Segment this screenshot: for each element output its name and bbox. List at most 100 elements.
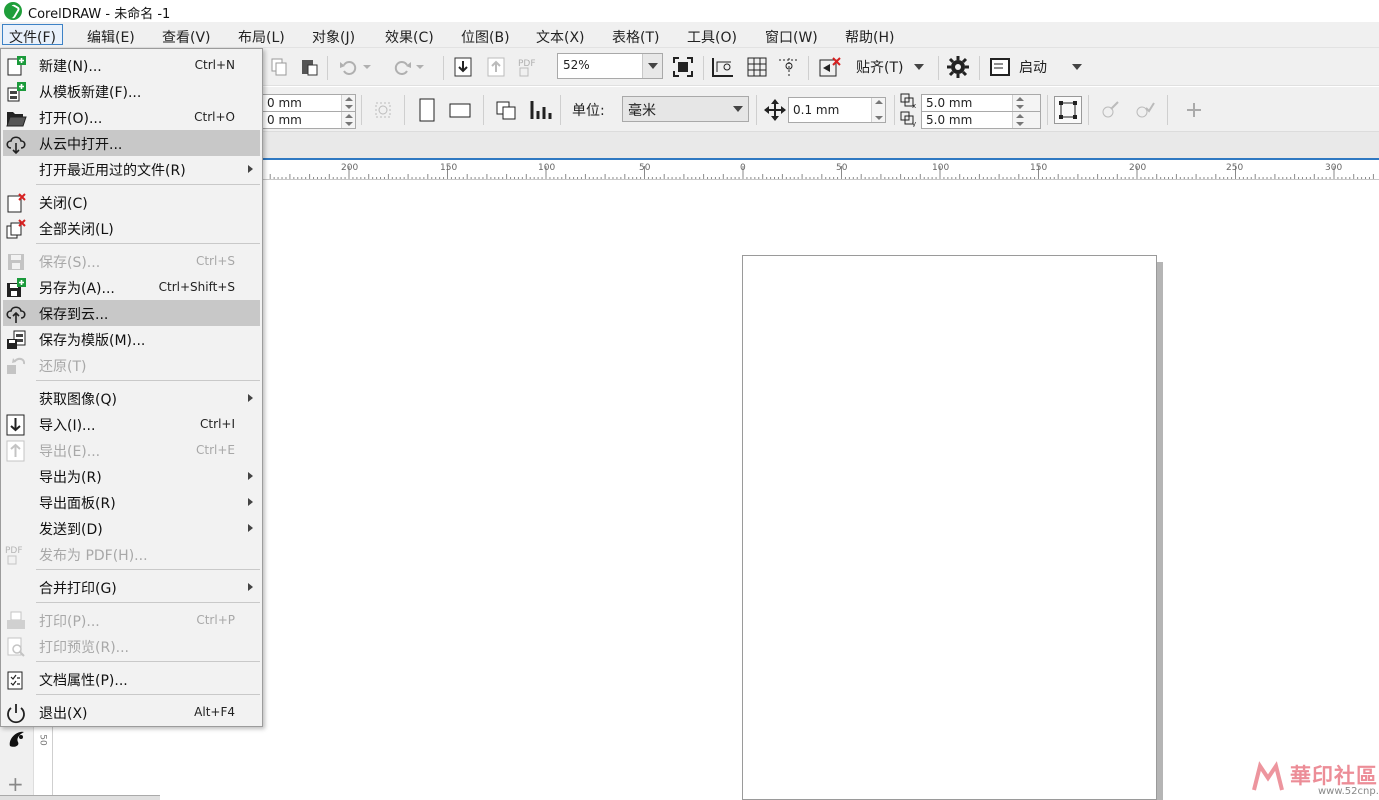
duplicate-y-field[interactable]: 5.0 mm: [921, 111, 1041, 129]
cloud-upload-icon: [6, 306, 26, 323]
toolbar-separator: [894, 95, 895, 125]
menu-item-revert[interactable]: 还原(T): [1, 352, 262, 378]
menu-item-export-for[interactable]: 导出为(R): [1, 463, 262, 489]
all-pages-icon[interactable]: [493, 97, 519, 123]
menu-item-open-recent[interactable]: 打开最近用过的文件(R): [1, 156, 262, 182]
menu-edit[interactable]: 编辑(E): [81, 25, 141, 46]
undo-icon[interactable]: [336, 54, 362, 80]
pdf-icon: PDF: [5, 546, 23, 565]
horizontal-scrollbar[interactable]: [0, 795, 160, 800]
menu-item-open-from-cloud[interactable]: 从云中打开...: [3, 130, 260, 156]
landscape-icon[interactable]: [447, 97, 473, 123]
menu-item-acquire-image[interactable]: 获取图像(Q): [1, 385, 262, 411]
menu-item-open[interactable]: 打开(O)... Ctrl+O: [1, 104, 262, 130]
menu-item-save-as[interactable]: 另存为(A)... Ctrl+Shift+S: [1, 274, 262, 300]
menu-item-save[interactable]: 保存(S)... Ctrl+S: [1, 248, 262, 274]
menu-item-new[interactable]: 新建(N)... Ctrl+N: [1, 52, 262, 78]
menu-item-print[interactable]: 打印(P)... Ctrl+P: [1, 607, 262, 633]
menu-item-save-to-cloud[interactable]: 保存到云...: [3, 300, 260, 326]
chevron-down-icon[interactable]: [910, 54, 928, 80]
treat-as-filled-icon[interactable]: [1054, 96, 1082, 124]
snap-off-icon[interactable]: [817, 54, 843, 80]
menu-bitmaps[interactable]: 位图(B): [455, 25, 516, 46]
paste-icon[interactable]: [296, 54, 322, 80]
spinner-arrows-icon[interactable]: [1012, 95, 1040, 111]
menu-item-close[interactable]: 关闭(C): [1, 189, 262, 215]
snap-to-button[interactable]: 贴齐(T): [856, 57, 903, 77]
ruler-label: 300: [1325, 163, 1343, 173]
gear-icon[interactable]: [945, 54, 971, 80]
artistic-media-tool-icon[interactable]: [6, 728, 28, 754]
toolbar-separator: [938, 56, 939, 80]
spinner-arrows-icon[interactable]: [341, 112, 355, 128]
document-page[interactable]: [742, 255, 1157, 800]
show-rulers-icon[interactable]: [710, 54, 736, 80]
menu-item-export[interactable]: 导出(E)... Ctrl+E: [1, 437, 262, 463]
export-icon[interactable]: [483, 54, 509, 80]
chevron-down-icon[interactable]: [1068, 54, 1086, 80]
cloud-download-icon: [6, 136, 26, 155]
add-tool-icon[interactable]: +: [7, 772, 24, 796]
current-page-icon[interactable]: [527, 97, 553, 123]
portrait-icon[interactable]: [414, 97, 440, 123]
launch-button[interactable]: 启动: [1019, 57, 1047, 77]
menu-object[interactable]: 对象(J): [306, 25, 361, 46]
menu-file[interactable]: 文件(F): [2, 24, 63, 46]
copy-icon[interactable]: [266, 54, 292, 80]
import-icon[interactable]: [450, 54, 476, 80]
save-icon: [8, 254, 24, 270]
menu-table[interactable]: 表格(T): [606, 25, 665, 46]
undo-dropdown-icon[interactable]: [360, 54, 374, 80]
menu-item-new-from-template[interactable]: 从模板新建(F)...: [1, 78, 262, 104]
nudge-distance-field[interactable]: 0.1 mm: [788, 97, 886, 123]
menu-tools[interactable]: 工具(O): [681, 25, 743, 46]
menu-effects[interactable]: 效果(C): [379, 25, 440, 46]
duplicate-x-field[interactable]: 5.0 mm: [921, 94, 1041, 112]
units-combo[interactable]: 毫米: [622, 96, 749, 122]
menu-item-document-properties[interactable]: 文档属性(P)...: [1, 666, 262, 692]
menu-item-send-to[interactable]: 发送到(D): [1, 515, 262, 541]
page-shadow: [1157, 262, 1163, 800]
ruler-label: 100: [932, 163, 950, 173]
show-grid-icon[interactable]: [744, 54, 770, 80]
publish-pdf-icon[interactable]: PDF: [516, 54, 542, 80]
save-as-template-icon: [7, 330, 26, 349]
menu-text[interactable]: 文本(X): [530, 25, 591, 46]
toolbar-separator: [361, 95, 362, 125]
menu-item-save-as-template[interactable]: 保存为模版(M)...: [1, 326, 262, 352]
spinner-arrows-icon[interactable]: [1012, 112, 1040, 128]
page-height-field[interactable]: 0 mm: [262, 111, 356, 129]
full-screen-preview-icon[interactable]: [670, 54, 696, 80]
spinner-arrows-icon[interactable]: [871, 98, 885, 122]
menu-view[interactable]: 查看(V): [156, 25, 217, 46]
snap-points-icon[interactable]: [1097, 97, 1123, 123]
toolbar-separator: [756, 95, 757, 125]
menu-item-print-preview[interactable]: 打印预览(R)...: [1, 633, 262, 659]
menu-layout[interactable]: 布局(L): [232, 25, 291, 46]
page-width-field[interactable]: 0 mm: [262, 94, 356, 112]
redo-icon[interactable]: [389, 54, 415, 80]
chevron-down-icon[interactable]: [728, 97, 748, 121]
menu-item-merge-print[interactable]: 合并打印(G): [1, 574, 262, 600]
menu-help[interactable]: 帮助(H): [839, 25, 900, 46]
menu-item-export-panel[interactable]: 导出面板(R): [1, 489, 262, 515]
document-properties-icon: [7, 671, 23, 690]
toolbar-separator: [808, 56, 809, 80]
menu-item-import[interactable]: 导入(I)... Ctrl+I: [1, 411, 262, 437]
snap-selection-icon[interactable]: [1131, 97, 1157, 123]
add-icon[interactable]: [1181, 97, 1207, 123]
menu-item-publish-pdf[interactable]: PDF 发布为 PDF(H)...: [1, 541, 262, 567]
menu-item-label: 全部关闭(L): [39, 222, 114, 238]
menu-item-shortcut: Ctrl+E: [196, 443, 235, 457]
menu-window[interactable]: 窗口(W): [759, 25, 824, 46]
show-guidelines-icon[interactable]: [776, 54, 802, 80]
zoom-level-combo[interactable]: 52%: [557, 53, 663, 79]
menu-item-exit[interactable]: 退出(X) Alt+F4: [1, 699, 262, 725]
spinner-arrows-icon[interactable]: [341, 95, 355, 111]
submenu-arrow-icon: [248, 583, 253, 591]
chevron-down-icon[interactable]: [642, 54, 662, 78]
application-launcher-icon[interactable]: [987, 54, 1013, 80]
lock-ratio-icon[interactable]: [370, 97, 396, 123]
menu-item-close-all[interactable]: 全部关闭(L): [1, 215, 262, 241]
redo-dropdown-icon[interactable]: [413, 54, 427, 80]
